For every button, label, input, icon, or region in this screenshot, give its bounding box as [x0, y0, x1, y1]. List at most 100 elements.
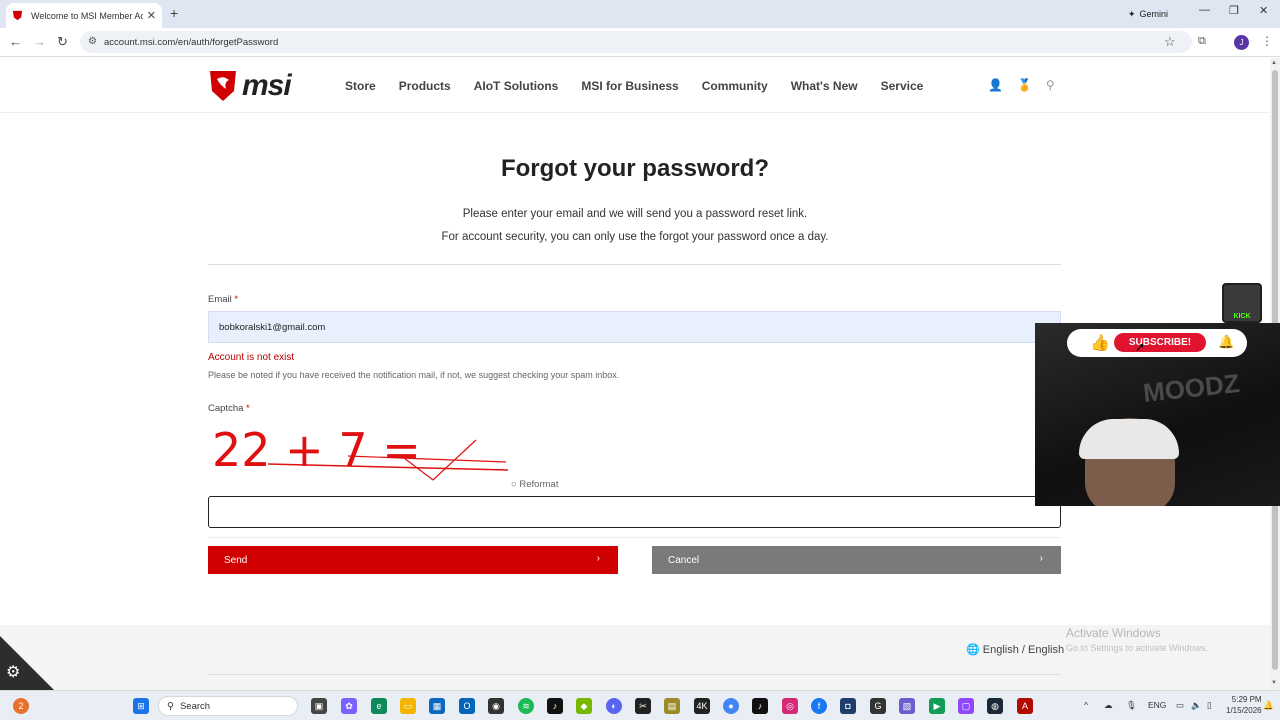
forward-icon[interactable]: → — [33, 34, 46, 49]
intro-text-1: Please enter your email and we will send… — [462, 208, 808, 220]
volume-icon[interactable]: 🔈 — [1191, 700, 1202, 711]
nav-aiot-solutions[interactable]: AIoT Solutions — [474, 79, 559, 93]
url-field[interactable]: ⚙ account.msi.com/en/auth/forgetPassword — [80, 31, 1192, 53]
nav-whats-new[interactable]: What's New — [791, 79, 858, 93]
reformat-button[interactable]: ○ Reformat — [511, 479, 558, 490]
language-indicator[interactable]: ENG — [1148, 700, 1166, 710]
minimize-icon[interactable]: — — [1199, 4, 1210, 16]
nvidia-icon[interactable]: ◆ — [576, 698, 592, 714]
network-icon[interactable]: ▭ — [1176, 700, 1184, 711]
app-icon[interactable]: ◘ — [840, 698, 856, 714]
instagram-icon[interactable]: ◎ — [782, 698, 798, 714]
spotify-icon[interactable]: ≋ — [518, 698, 534, 714]
required-mark: * — [246, 403, 250, 414]
chrome-icon[interactable]: ● — [723, 698, 739, 714]
browser-tab[interactable]: Welcome to MSI Member Acco ✕ — [6, 3, 162, 28]
reload-icon[interactable]: ↻ — [57, 34, 68, 50]
subscribe-badge: SUBSCRIBE! — [1114, 333, 1206, 352]
store-icon[interactable]: ▦ — [429, 698, 445, 714]
mouse-cursor-icon: ➚ — [1135, 340, 1146, 354]
profile-avatar[interactable]: J — [1234, 35, 1249, 50]
gemini-button[interactable]: ✦ Gemini — [1122, 5, 1174, 23]
nav-products[interactable]: Products — [399, 79, 451, 93]
time: 5:29 PM — [1231, 695, 1262, 704]
clock[interactable]: 5:29 PM 1/15/2026 — [1226, 694, 1262, 716]
logo-text: msi — [242, 69, 292, 102]
language-selector[interactable]: 🌐 English / English — [966, 643, 1064, 656]
task-view-icon[interactable]: ▣ — [311, 698, 327, 714]
nav-community[interactable]: Community — [702, 79, 768, 93]
send-label: Send — [224, 554, 248, 566]
taskbar: 2 ⊞ ⚲ Search ▣ ✿ e ▭ ▦ O ◉ ≋ ♪ ◆ ◐ ✂ ▤ 4… — [0, 690, 1280, 720]
thumbs-up-icon: 👍 — [1090, 335, 1110, 352]
gemini-sparkle-icon: ✦ — [1128, 8, 1136, 19]
cancel-button[interactable]: Cancel › — [652, 546, 1061, 574]
msi-logo[interactable]: msi — [208, 69, 292, 103]
tiktok-icon[interactable]: ♪ — [547, 698, 563, 714]
email-field[interactable] — [208, 311, 1061, 343]
notifications-bell-icon[interactable]: 🔔 — [1263, 700, 1274, 711]
screen-share-icon[interactable]: ⧉ — [1198, 35, 1206, 48]
app-icon[interactable]: ▤ — [664, 698, 680, 714]
bookmark-star-icon[interactable]: ☆ — [1164, 34, 1176, 50]
reformat-label: Reformat — [519, 479, 559, 490]
menu-dots-icon[interactable]: ⋮ — [1261, 34, 1273, 48]
tiktok-icon[interactable]: ♪ — [752, 698, 768, 714]
email-label: Email * — [208, 294, 238, 305]
gear-icon: ⚙ — [6, 664, 21, 681]
maximize-icon[interactable]: ❐ — [1229, 4, 1239, 17]
twitch-icon[interactable]: ▢ — [958, 698, 974, 714]
battery-icon[interactable]: ▯ — [1207, 700, 1212, 711]
nav-msi-for-business[interactable]: MSI for Business — [581, 79, 678, 93]
acrobat-icon[interactable]: A — [1017, 698, 1033, 714]
footer-divider — [208, 674, 1061, 675]
msi-shield-icon — [12, 10, 23, 21]
app-icon[interactable]: ▧ — [899, 698, 915, 714]
search-icon[interactable]: ⚲ — [1046, 78, 1055, 92]
app-icon[interactable]: ▶ — [929, 698, 945, 714]
streamer-cap — [1079, 419, 1179, 459]
gemini-label: Gemini — [1139, 9, 1169, 19]
captcha-input[interactable] — [208, 496, 1061, 528]
url-text: account.msi.com/en/auth/forgetPassword — [104, 36, 279, 48]
search-placeholder: Search — [179, 700, 211, 712]
nav-service[interactable]: Service — [881, 79, 924, 93]
chevron-up-icon[interactable]: ^ — [1084, 700, 1088, 710]
file-explorer-icon[interactable]: ▭ — [400, 698, 416, 714]
new-tab-button[interactable]: + — [170, 5, 178, 21]
kick-avatar: KICK — [1222, 283, 1262, 323]
microphone-icon[interactable]: 🎙 — [1126, 700, 1137, 711]
award-icon[interactable]: 🏅 — [1017, 78, 1032, 92]
webcam-overlay: MOODZ 👍 SUBSCRIBE! 🔔 — [1035, 323, 1280, 506]
nav-store[interactable]: Store — [345, 79, 376, 93]
back-icon[interactable]: ← — [9, 34, 22, 49]
captcha-label-text: Captcha — [208, 403, 244, 414]
github-icon[interactable]: ◉ — [488, 698, 504, 714]
edge-icon[interactable]: e — [371, 698, 387, 714]
snipping-tool-icon[interactable]: ✂ — [635, 698, 651, 714]
facebook-icon[interactable]: f — [811, 698, 827, 714]
kick-label: KICK — [1233, 313, 1251, 320]
cloud-icon[interactable]: ☁ — [1104, 700, 1113, 711]
taskbar-search[interactable]: ⚲ Search — [158, 696, 298, 716]
windows-start-icon[interactable]: ⊞ — [133, 698, 149, 714]
email-label-text: Email — [208, 294, 232, 305]
captcha-text: 22 + 7 = — [212, 423, 421, 477]
close-tab-icon[interactable]: ✕ — [147, 9, 156, 22]
steam-icon[interactable]: ◍ — [987, 698, 1003, 714]
site-info-icon[interactable]: ⚙ — [88, 36, 97, 47]
outlook-icon[interactable]: O — [459, 698, 475, 714]
discord-icon[interactable]: ◐ — [606, 698, 622, 714]
send-button[interactable]: Send › — [208, 546, 618, 574]
scroll-down-icon[interactable]: ▼ — [1271, 680, 1277, 686]
weather-icon[interactable]: 2 — [13, 698, 29, 714]
close-window-icon[interactable]: ✕ — [1259, 4, 1268, 17]
app-icon[interactable]: G — [870, 698, 886, 714]
4k-app-icon[interactable]: 4K — [694, 698, 710, 714]
copilot-icon[interactable]: ✿ — [341, 698, 357, 714]
error-message: Account is not exist — [208, 352, 295, 363]
scroll-up-icon[interactable]: ▲ — [1271, 60, 1277, 66]
address-toolbar: ← → ↻ ⚙ account.msi.com/en/auth/forgetPa… — [0, 28, 1280, 57]
user-icon[interactable]: 👤 — [988, 78, 1003, 92]
search-icon: ⚲ — [167, 700, 174, 712]
